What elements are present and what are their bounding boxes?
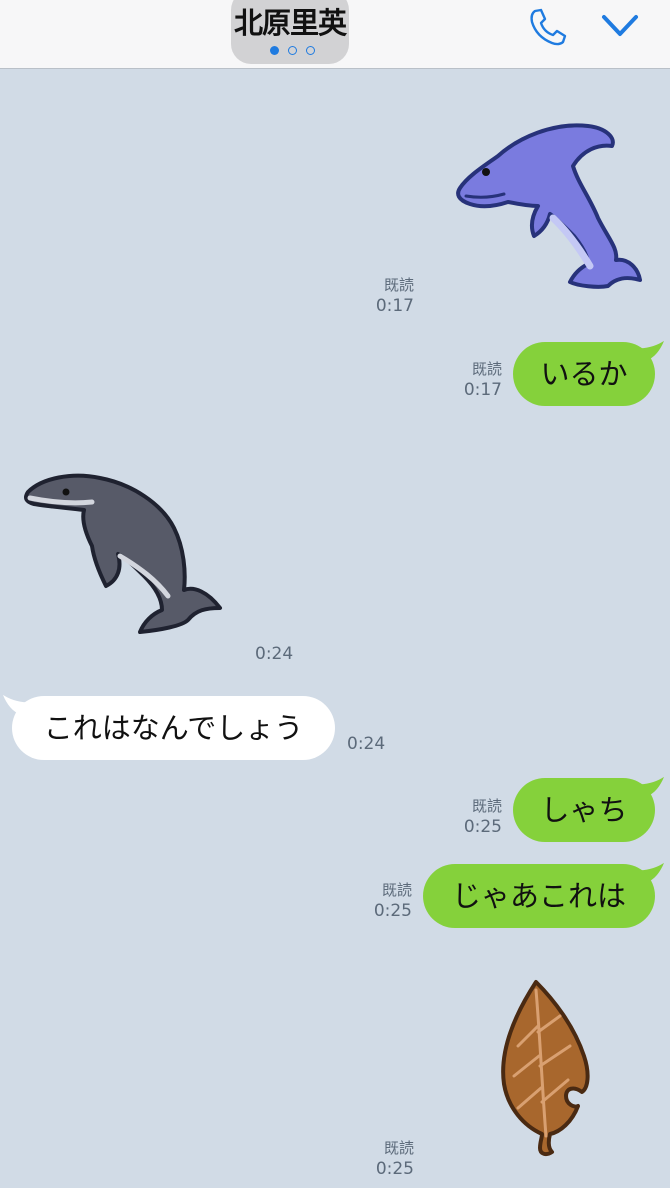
timestamp: 0:25 [463, 817, 502, 837]
phone-icon[interactable] [526, 6, 568, 48]
read-receipt: 既読 [381, 881, 412, 899]
purple-dolphin-icon[interactable] [448, 118, 648, 296]
message-meta: 既読 0:25 [360, 1138, 414, 1180]
page-dot-active [270, 46, 279, 55]
timestamp: 0:24 [255, 644, 294, 664]
message-bubble-incoming[interactable]: これはなんでしょう [12, 696, 335, 760]
message-bubble-outgoing[interactable]: いるか [513, 342, 655, 406]
page-dot [288, 46, 297, 55]
read-receipt: 既読 [471, 360, 502, 378]
timestamp: 0:17 [463, 380, 502, 400]
page-dot [306, 46, 315, 55]
contact-name: 北原里英 [233, 6, 347, 40]
page-indicator [268, 46, 318, 56]
message-text: しゃち [540, 793, 628, 827]
chat-screen: 北原里英 既読 0:17 既読 0:17 いるか 0:24 これはなんでしょう … [0, 0, 670, 1188]
message-meta: 既読 0:25 [360, 880, 412, 922]
brown-leaf-icon[interactable] [496, 976, 596, 1160]
chat-header: 北原里英 [0, 0, 670, 69]
message-meta: 既読 0:17 [450, 359, 502, 401]
contact-title-button[interactable]: 北原里英 [231, 0, 349, 64]
timestamp: 0:24 [347, 734, 386, 754]
message-text: じゃあこれは [451, 879, 626, 913]
gray-whale-icon[interactable] [22, 468, 226, 640]
message-text: これはなんでしょう [43, 711, 304, 745]
read-receipt: 既読 [383, 1139, 414, 1157]
message-meta: 既読 0:17 [360, 275, 414, 317]
chevron-down-icon[interactable] [600, 10, 640, 42]
message-meta: 0:24 [255, 644, 305, 665]
timestamp: 0:25 [373, 901, 412, 921]
message-meta: 既読 0:25 [450, 796, 502, 838]
message-meta: 0:24 [347, 734, 397, 755]
timestamp: 0:17 [375, 296, 414, 316]
read-receipt: 既読 [383, 276, 414, 294]
message-text: いるか [540, 357, 628, 391]
message-bubble-outgoing[interactable]: しゃち [513, 778, 655, 842]
read-receipt: 既読 [471, 797, 502, 815]
message-bubble-outgoing[interactable]: じゃあこれは [423, 864, 655, 928]
timestamp: 0:25 [375, 1159, 414, 1179]
